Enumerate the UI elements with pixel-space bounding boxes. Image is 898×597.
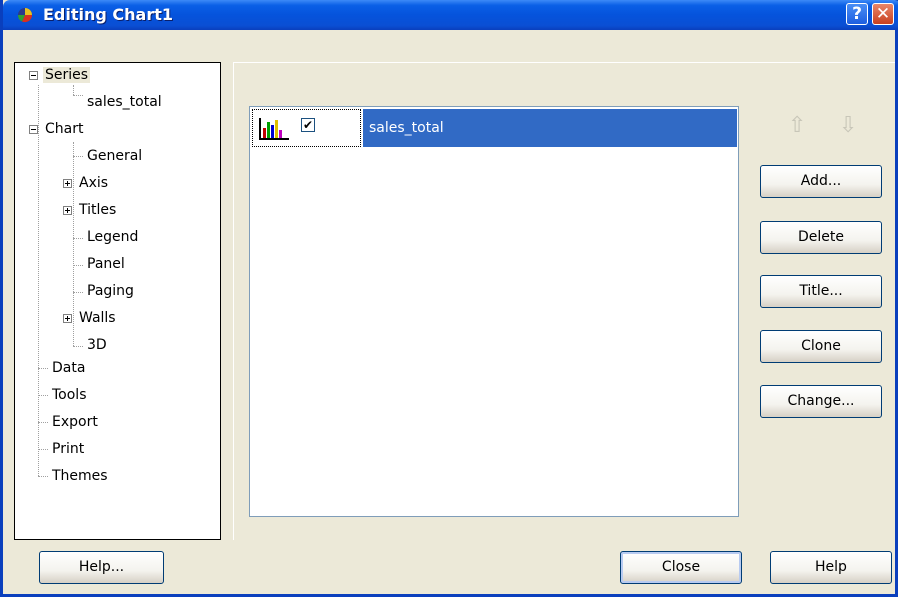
delete-series-button[interactable]: Delete xyxy=(760,221,882,254)
tree-item-print[interactable]: Print xyxy=(50,439,86,459)
title-series-button[interactable]: Title... xyxy=(760,275,882,308)
tree-item-label: Legend xyxy=(87,229,139,245)
settings-tree[interactable]: Series sales_total Chart General Axis Ti… xyxy=(14,62,221,540)
tree-item-label: Chart xyxy=(45,121,84,137)
tree-item-label: Series xyxy=(43,67,91,83)
tree-item-walls[interactable]: Walls xyxy=(77,308,118,328)
tree-item-label: Walls xyxy=(79,310,116,326)
series-name[interactable]: sales_total xyxy=(363,109,737,147)
expand-walls-icon[interactable] xyxy=(63,314,72,323)
collapse-series-icon[interactable] xyxy=(29,71,38,80)
tree-item-label: Themes xyxy=(52,468,108,484)
change-series-button[interactable]: Change... xyxy=(760,385,882,418)
tree-item-label: Export xyxy=(52,414,98,430)
tree-item-themes[interactable]: Themes xyxy=(50,466,110,486)
tree-connector xyxy=(73,346,83,347)
tree-item-sales-total[interactable]: sales_total xyxy=(85,92,164,112)
bar-chart-icon xyxy=(259,118,289,140)
add-series-button[interactable]: Add... xyxy=(760,165,882,198)
tree-item-series[interactable]: Series xyxy=(43,65,91,85)
close-button[interactable]: Close xyxy=(620,551,742,584)
window-title: Editing Chart1 xyxy=(43,5,174,24)
title-bar[interactable]: Editing Chart1 ? ✕ xyxy=(3,0,898,30)
series-list[interactable]: ✔ sales_total xyxy=(249,106,739,517)
tree-connector xyxy=(73,292,83,293)
tree-connector xyxy=(38,449,48,450)
tree-item-tools[interactable]: Tools xyxy=(50,385,89,405)
series-visible-checkbox[interactable]: ✔ xyxy=(301,118,315,132)
move-down-arrow-icon[interactable]: ⇩ xyxy=(839,113,857,138)
move-up-arrow-icon[interactable]: ⇧ xyxy=(788,113,806,138)
help-ellipsis-button[interactable]: Help... xyxy=(39,551,164,584)
tree-item-label: Paging xyxy=(87,283,134,299)
tree-item-panel[interactable]: Panel xyxy=(85,254,127,274)
tree-item-export[interactable]: Export xyxy=(50,412,100,432)
tree-connector xyxy=(73,238,83,239)
series-row[interactable]: ✔ sales_total xyxy=(252,109,737,147)
tree-connector xyxy=(73,142,74,346)
tree-item-label: Titles xyxy=(79,202,117,218)
tree-connector xyxy=(38,85,39,476)
expand-axis-icon[interactable] xyxy=(63,179,72,188)
expand-titles-icon[interactable] xyxy=(63,206,72,215)
tree-connector xyxy=(38,422,48,423)
tree-connector xyxy=(73,156,83,157)
tree-item-titles[interactable]: Titles xyxy=(77,200,118,220)
tree-item-paging[interactable]: Paging xyxy=(85,281,136,301)
tree-item-label: Data xyxy=(52,360,86,376)
tree-item-legend[interactable]: Legend xyxy=(85,227,140,247)
collapse-chart-icon[interactable] xyxy=(29,125,38,134)
tree-item-chart[interactable]: Chart xyxy=(43,119,85,139)
tree-item-label: Print xyxy=(52,441,85,457)
help-title-button[interactable]: ? xyxy=(846,3,868,25)
tree-connector xyxy=(38,368,48,369)
tree-connector xyxy=(73,95,83,96)
tree-connector xyxy=(38,476,48,477)
tree-connector xyxy=(73,265,83,266)
tree-item-axis[interactable]: Axis xyxy=(77,173,110,193)
dialog-window: Editing Chart1 ? ✕ Series sales_total Ch… xyxy=(0,0,898,597)
tree-connector xyxy=(73,85,74,95)
tree-item-label: Panel xyxy=(87,256,125,272)
series-icon-cell[interactable]: ✔ xyxy=(252,109,361,147)
tree-item-label: Tools xyxy=(52,387,87,403)
tree-item-label: General xyxy=(87,148,143,164)
teechart-icon xyxy=(17,8,33,23)
tree-item-general[interactable]: General xyxy=(85,146,144,166)
tree-item-label: 3D xyxy=(87,337,107,353)
tree-item-3d[interactable]: 3D xyxy=(85,335,109,355)
tree-item-label: Axis xyxy=(79,175,109,191)
tree-item-data[interactable]: Data xyxy=(50,358,87,378)
tree-connector xyxy=(38,395,48,396)
close-window-button[interactable]: ✕ xyxy=(872,3,894,25)
clone-series-button[interactable]: Clone xyxy=(760,330,882,363)
help-button[interactable]: Help xyxy=(770,551,892,584)
tree-item-label: sales_total xyxy=(87,94,162,110)
